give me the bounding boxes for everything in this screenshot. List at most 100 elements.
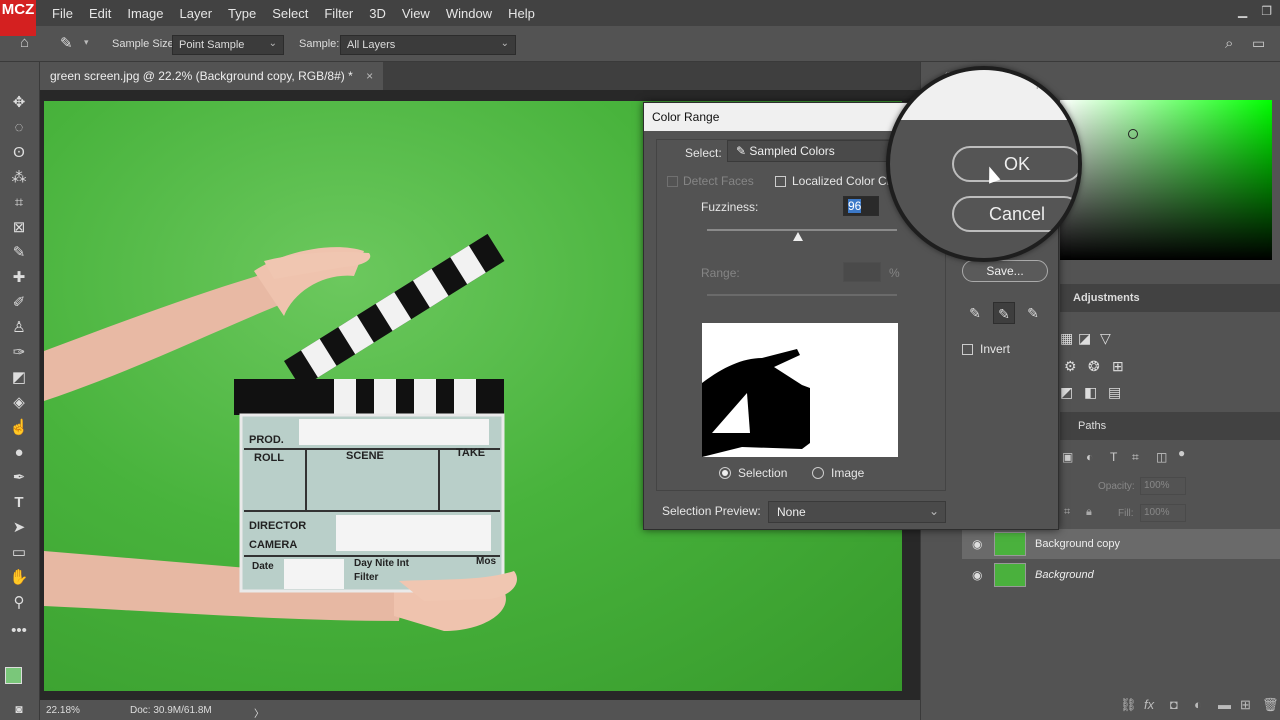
- lasso-tool-icon[interactable]: ʘ: [8, 142, 30, 164]
- fill-value[interactable]: 100%: [1140, 504, 1186, 522]
- shape-filter-icon[interactable]: ⌗: [1132, 450, 1139, 465]
- channel-mixer-icon[interactable]: ❂: [1088, 358, 1100, 375]
- lock-all-icon[interactable]: 🔒︎: [1086, 506, 1092, 519]
- opacity-value[interactable]: 100%: [1140, 477, 1186, 495]
- dodge-tool-icon[interactable]: ●: [8, 442, 30, 464]
- tab-adjustments[interactable]: Adjustments: [1073, 292, 1140, 304]
- menu-file[interactable]: File: [44, 6, 81, 21]
- menu-select[interactable]: Select: [264, 6, 316, 21]
- eyedropper-add-icon[interactable]: ✎: [993, 302, 1015, 324]
- pen-tool-icon[interactable]: ✒: [8, 467, 30, 489]
- fx-icon[interactable]: fx: [1144, 697, 1154, 712]
- healing-brush-icon[interactable]: ✚: [8, 267, 30, 289]
- new-adjustment-icon[interactable]: ◐: [1194, 697, 1202, 712]
- more-tools-icon[interactable]: •••: [8, 620, 30, 642]
- localized-color-clusters-checkbox[interactable]: [775, 176, 786, 187]
- curves-icon[interactable]: ▦: [1060, 330, 1073, 347]
- adjustment-filter-icon[interactable]: ◐: [1086, 450, 1093, 464]
- menu-type[interactable]: Type: [220, 6, 264, 21]
- brush-tool-icon[interactable]: ✐: [8, 292, 30, 314]
- layer-row[interactable]: ◉ Background copy: [962, 529, 1280, 559]
- selection-radio[interactable]: [719, 467, 731, 479]
- type-filter-icon[interactable]: T: [1110, 450, 1117, 464]
- invert-checkbox[interactable]: [962, 344, 973, 355]
- paint-bucket-icon[interactable]: ◈: [8, 392, 30, 414]
- eye-icon[interactable]: ◉: [972, 568, 982, 582]
- eyedropper-sample-icon[interactable]: ✎: [964, 302, 986, 324]
- move-tool-icon[interactable]: ✥: [8, 92, 30, 114]
- mask-icon[interactable]: ◘: [1170, 697, 1178, 712]
- exposure-icon[interactable]: ◪: [1078, 330, 1091, 347]
- gradient-map-icon[interactable]: ▤: [1108, 384, 1121, 401]
- detect-faces-checkbox[interactable]: [667, 176, 678, 187]
- ok-button[interactable]: OK: [952, 146, 1078, 182]
- minimize-icon[interactable]: ▁: [1238, 4, 1247, 18]
- adjustments-tabbar: Adjustments: [1060, 284, 1280, 312]
- smart-object-filter-icon[interactable]: ◫: [1156, 450, 1167, 464]
- document-tab[interactable]: green screen.jpg @ 22.2% (Background cop…: [40, 62, 384, 90]
- zoom-level[interactable]: 22.18%: [46, 705, 80, 716]
- close-icon[interactable]: ×: [366, 69, 373, 83]
- magic-wand-tool-icon[interactable]: ⁂: [8, 167, 30, 189]
- eyedropper-icon[interactable]: ✎: [8, 242, 30, 264]
- stamp-tool-icon[interactable]: ♙: [8, 317, 30, 339]
- type-tool-icon[interactable]: T: [8, 492, 30, 514]
- workspace-icon[interactable]: ▭: [1252, 35, 1265, 52]
- gradient-triangle-icon[interactable]: ▽: [1100, 330, 1111, 347]
- history-brush-icon[interactable]: ✑: [8, 342, 30, 364]
- frame-tool-icon[interactable]: ⊠: [8, 217, 30, 239]
- eraser-tool-icon[interactable]: ◩: [8, 367, 30, 389]
- cancel-button[interactable]: Cancel: [952, 196, 1078, 232]
- folder-icon[interactable]: ▬: [1218, 697, 1231, 712]
- select-dropdown[interactable]: ✎ Sampled Colors: [727, 140, 912, 162]
- invert-adjust-icon[interactable]: ◩: [1060, 384, 1073, 401]
- zoom-tool-icon[interactable]: ⚲: [8, 592, 30, 614]
- tab-paths[interactable]: Paths: [1078, 420, 1106, 432]
- foreground-color-swatch[interactable]: [5, 667, 22, 684]
- eyedropper-tool-icon[interactable]: ✎: [60, 34, 73, 52]
- new-layer-icon[interactable]: ⊞: [1240, 697, 1251, 713]
- trash-icon[interactable]: 🗑︎: [1262, 697, 1279, 713]
- image-filter-icon[interactable]: ▣: [1062, 450, 1073, 464]
- color-balance-icon[interactable]: ⚙: [1064, 358, 1077, 375]
- menu-filter[interactable]: Filter: [316, 6, 361, 21]
- menu-help[interactable]: Help: [500, 6, 543, 21]
- link-layers-icon[interactable]: ⛓: [1120, 697, 1137, 713]
- restore-icon[interactable]: ❐: [1261, 4, 1272, 18]
- marquee-tool-icon[interactable]: ◌: [8, 117, 30, 139]
- fuzziness-input[interactable]: 96: [843, 196, 879, 216]
- home-icon[interactable]: ⌂: [20, 34, 29, 51]
- range-slider-track: [707, 294, 897, 296]
- menu-3d[interactable]: 3D: [361, 6, 394, 21]
- crop-tool-icon[interactable]: ⌗: [8, 192, 30, 214]
- image-radio[interactable]: [812, 467, 824, 479]
- sample-size-select[interactable]: Point Sample ⌄: [172, 35, 284, 55]
- search-icon[interactable]: ⌕: [1225, 35, 1233, 52]
- hand-tool-icon[interactable]: ✋: [8, 567, 30, 589]
- tool-preset-chevron-icon[interactable]: ▾: [84, 37, 89, 48]
- rectangle-tool-icon[interactable]: ▭: [8, 542, 30, 564]
- threshold-icon[interactable]: ◧: [1084, 384, 1097, 401]
- eyedropper-subtract-icon[interactable]: ✎: [1022, 302, 1044, 324]
- status-menu-arrow-icon[interactable]: 〉: [254, 705, 264, 720]
- fuzziness-slider-thumb[interactable]: [793, 232, 804, 241]
- menu-image[interactable]: Image: [119, 6, 171, 21]
- color-lookup-icon[interactable]: ⊞: [1112, 358, 1124, 375]
- menu-view[interactable]: View: [394, 6, 438, 21]
- layer-row[interactable]: ◉ Background: [962, 560, 1280, 590]
- fuzziness-slider-track[interactable]: [707, 229, 897, 231]
- filter-toggle-icon[interactable]: ●: [1178, 446, 1185, 460]
- save-button[interactable]: Save...: [962, 260, 1048, 282]
- smudge-tool-icon[interactable]: ☝: [8, 417, 30, 439]
- selection-preview-dropdown[interactable]: None ⌄: [768, 501, 946, 523]
- path-selection-icon[interactable]: ➤: [8, 517, 30, 539]
- lock-position-icon[interactable]: ⌗: [1064, 506, 1070, 519]
- color-picker-field[interactable]: [1060, 100, 1272, 260]
- menu-window[interactable]: Window: [438, 6, 500, 21]
- menu-layer[interactable]: Layer: [172, 6, 221, 21]
- eye-icon[interactable]: ◉: [972, 537, 982, 551]
- menu-edit[interactable]: Edit: [81, 6, 119, 21]
- sample-select[interactable]: All Layers ⌄: [340, 35, 516, 55]
- quick-mask-icon[interactable]: ◙: [8, 698, 30, 720]
- svg-text:ROLL: ROLL: [254, 452, 284, 464]
